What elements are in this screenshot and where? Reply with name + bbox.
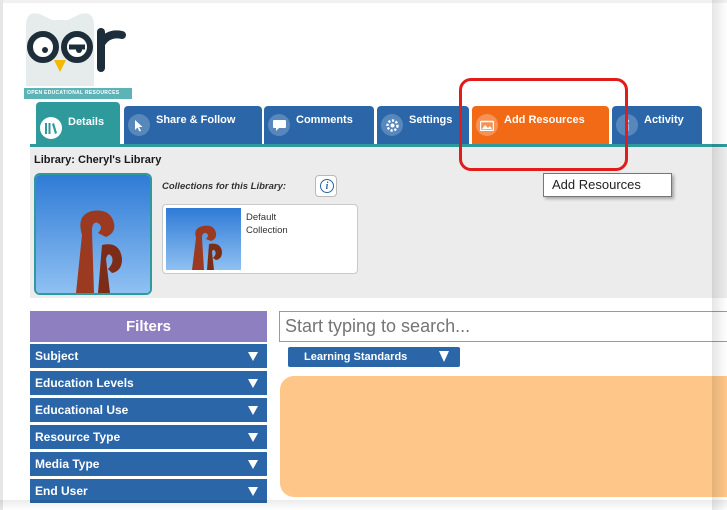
filter-label: Education Levels xyxy=(35,376,134,390)
chevron-down-icon xyxy=(248,460,258,469)
comment-icon xyxy=(268,114,290,136)
learning-standards-button[interactable]: Learning Standards xyxy=(288,347,460,367)
collections-label: Collections for this Library: xyxy=(162,181,287,192)
tab-comments[interactable]: Comments xyxy=(264,106,374,144)
info-icon[interactable]: i xyxy=(315,175,337,197)
filter-label: Educational Use xyxy=(35,403,129,417)
tab-share-follow[interactable]: Share & Follow xyxy=(124,106,262,144)
frame-top-edge xyxy=(0,0,727,3)
chevron-down-icon xyxy=(248,406,258,415)
tab-label: Comments xyxy=(296,114,353,126)
filter-educational-use[interactable]: Educational Use xyxy=(30,398,267,422)
chevron-down-icon xyxy=(248,379,258,388)
filter-media-type[interactable]: Media Type xyxy=(30,452,267,476)
results-panel xyxy=(280,376,727,497)
tab-label: Share & Follow xyxy=(156,114,236,126)
chevron-down-icon xyxy=(439,351,449,362)
filter-label: Media Type xyxy=(35,457,100,471)
library-title: Library: Cheryl's Library xyxy=(34,154,162,166)
search-input[interactable] xyxy=(279,311,727,342)
learning-standards-label: Learning Standards xyxy=(304,351,408,363)
collection-thumbnail xyxy=(166,208,241,270)
logo-tagline: OPEN EDUCATIONAL RESOURCES xyxy=(24,88,132,99)
cursor-icon xyxy=(128,114,150,136)
filter-resource-type[interactable]: Resource Type xyxy=(30,425,267,449)
chevron-down-icon xyxy=(248,487,258,496)
library-icon xyxy=(40,117,62,139)
frame-shadow-bottom xyxy=(0,500,727,510)
gear-icon xyxy=(381,114,403,136)
filter-education-levels[interactable]: Education Levels xyxy=(30,371,267,395)
info-glyph: i xyxy=(320,179,334,193)
annotation-highlight xyxy=(459,78,628,171)
filter-subject[interactable]: Subject xyxy=(30,344,267,368)
collection-name: Default Collection xyxy=(246,212,288,236)
frame-shadow-right xyxy=(712,0,727,510)
tab-label: Details xyxy=(68,116,105,128)
tab-details[interactable]: Details xyxy=(36,102,120,146)
filter-label: Resource Type xyxy=(35,430,121,444)
filter-label: Subject xyxy=(35,349,79,363)
filters-header: Filters xyxy=(30,311,267,342)
library-thumbnail[interactable] xyxy=(34,173,152,295)
frame-left-edge xyxy=(0,0,3,510)
chevron-down-icon xyxy=(248,433,258,442)
tab-settings[interactable]: Settings xyxy=(377,106,469,144)
collection-card[interactable]: Default Collection xyxy=(162,204,358,274)
tab-label: Activity xyxy=(644,114,684,126)
tooltip: Add Resources xyxy=(543,173,672,197)
chevron-down-icon xyxy=(248,352,258,361)
tab-label: Settings xyxy=(409,114,453,126)
filter-label: End User xyxy=(35,484,88,498)
